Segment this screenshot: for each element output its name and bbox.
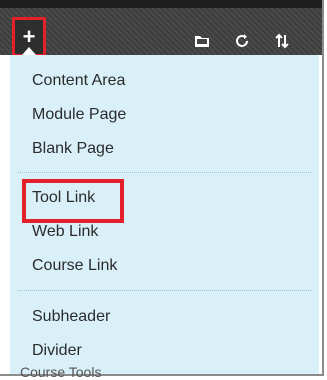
menu-item-module-page[interactable]: Module Page — [32, 106, 126, 124]
menu-item-blank-page[interactable]: Blank Page — [32, 140, 114, 158]
toolbar: + — [0, 0, 322, 57]
tool-link-highlight — [22, 179, 124, 223]
refresh-icon[interactable] — [222, 29, 262, 53]
plus-icon: + — [22, 24, 36, 49]
add-menu-item-button[interactable]: + — [12, 17, 46, 57]
menu-item-web-link[interactable]: Web Link — [32, 223, 98, 241]
caret-up-icon — [22, 47, 36, 55]
menu-item-subheader[interactable]: Subheader — [32, 308, 110, 326]
sort-icon[interactable] — [262, 29, 302, 53]
menu-item-course-link[interactable]: Course Link — [32, 257, 117, 275]
menu-item-divider[interactable]: Divider — [32, 342, 82, 360]
menu-item-content-area[interactable]: Content Area — [32, 72, 125, 90]
menu-separator — [18, 290, 311, 291]
course-tools-label: Course Tools — [20, 364, 102, 380]
folder-icon[interactable] — [182, 29, 222, 53]
menu-separator — [18, 172, 311, 173]
add-menu-dropdown: Content Area Module Page Blank Page Tool… — [10, 55, 319, 374]
